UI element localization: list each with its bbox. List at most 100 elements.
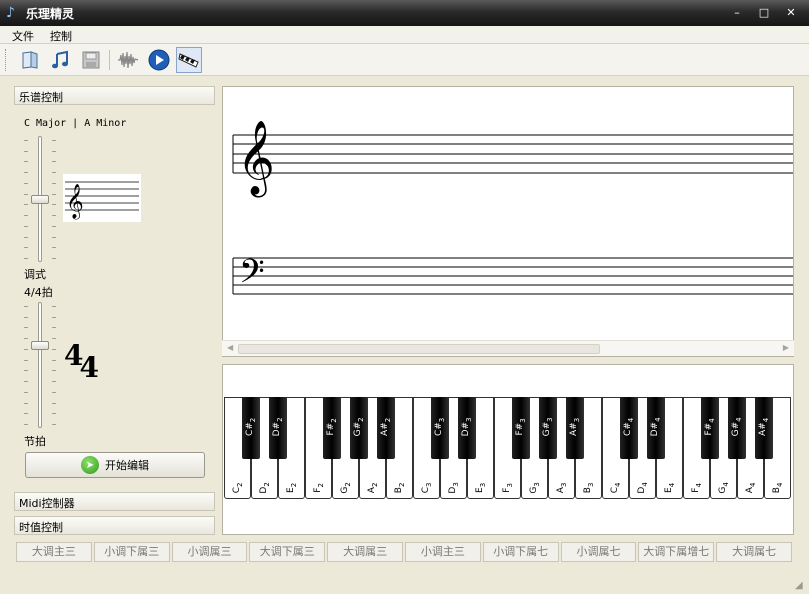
black-key[interactable]: G#2	[350, 397, 368, 459]
beat-slider-thumb[interactable]	[31, 340, 49, 350]
white-key-note: C	[609, 487, 620, 494]
music-notes-icon[interactable]	[48, 47, 74, 73]
white-key-label: G4	[718, 482, 730, 493]
chord-button[interactable]: 小调主三	[405, 542, 481, 562]
toolbar-grip[interactable]	[5, 49, 8, 71]
chord-button[interactable]: 小调下属三	[93, 542, 170, 562]
mini-treble-clef-icon: 𝄞	[66, 184, 84, 220]
black-key-note: D#	[461, 421, 472, 437]
time-signature-label: 4/4拍	[24, 286, 53, 299]
white-key-octave: 2	[370, 482, 379, 488]
slider-tick	[52, 236, 56, 238]
black-key[interactable]: F#4	[701, 397, 719, 459]
black-key-note: A#	[569, 422, 580, 436]
beat-label: 节拍	[24, 435, 46, 448]
white-key-octave: 2	[316, 483, 325, 488]
menu-control[interactable]: 控制	[50, 28, 72, 44]
white-key-octave: 4	[613, 482, 622, 488]
black-key[interactable]: C#4	[620, 397, 638, 459]
slider-tick	[24, 236, 28, 238]
chord-button[interactable]: 大调属七	[716, 542, 792, 562]
white-key-octave: 2	[289, 483, 298, 488]
score-horizontal-scrollbar[interactable]: ◀ ▶	[222, 340, 794, 356]
black-key[interactable]: C#3	[431, 397, 449, 459]
black-key[interactable]: F#3	[512, 397, 530, 459]
white-key-label: D3	[448, 482, 460, 493]
slider-tick	[52, 140, 56, 141]
black-key[interactable]: D#3	[458, 397, 476, 459]
slider-tick	[24, 204, 28, 206]
chord-button[interactable]: 大调主三	[16, 542, 92, 562]
start-edit-button[interactable]: ➤ 开始编辑	[25, 452, 205, 478]
black-key-note: C#	[623, 422, 634, 437]
scroll-thumb[interactable]	[238, 344, 600, 354]
black-key[interactable]: G#3	[539, 397, 557, 459]
slider-tick	[24, 413, 28, 415]
white-key-octave: 3	[559, 482, 568, 488]
save-disk-icon[interactable]	[78, 47, 104, 73]
chord-button[interactable]: 小调属七	[560, 542, 637, 562]
scroll-right-arrow-icon[interactable]: ▶	[783, 343, 789, 352]
slider-tick	[24, 215, 28, 217]
white-key-note: D	[636, 486, 647, 494]
menu-file[interactable]: 文件	[12, 28, 34, 44]
black-key-note: G#	[731, 421, 742, 437]
white-key-label: A4	[745, 483, 757, 494]
white-key-note: D	[447, 486, 458, 494]
midi-controller-header[interactable]: Midi控制器	[14, 492, 215, 511]
black-key[interactable]: C#2	[242, 397, 260, 459]
white-key-note: A	[366, 487, 377, 494]
chord-button[interactable]: 大调下属增七	[638, 542, 715, 562]
music-note-app-icon: ♪	[6, 5, 15, 21]
close-button[interactable]: ✕	[782, 5, 800, 20]
slider-tick	[24, 348, 28, 350]
key-slider-thumb[interactable]	[31, 194, 49, 204]
black-key-label: D#2	[272, 417, 284, 436]
white-key-octave: 2	[235, 482, 244, 488]
slider-tick	[52, 391, 56, 393]
black-key-label: D#4	[650, 417, 662, 436]
scroll-left-arrow-icon[interactable]: ◀	[227, 343, 233, 352]
black-key-octave: 2	[275, 417, 284, 422]
toolbar-separator	[109, 50, 110, 70]
black-key-note: F#	[326, 422, 337, 436]
black-key[interactable]: A#3	[566, 397, 584, 459]
slider-tick	[52, 225, 56, 227]
black-key-note: F#	[704, 422, 715, 436]
slider-tick	[52, 348, 56, 350]
black-key[interactable]: D#2	[269, 397, 287, 459]
score-canvas[interactable]: 𝄞 𝄢	[222, 86, 794, 357]
black-key[interactable]: F#2	[323, 397, 341, 459]
black-key-octave: 4	[626, 417, 635, 423]
black-key-label: G#3	[542, 417, 554, 436]
white-key-octave: 4	[667, 483, 676, 488]
white-key-label: F2	[313, 483, 325, 493]
resize-grip-icon[interactable]: ◢	[795, 580, 807, 592]
black-key-label: G#4	[731, 417, 743, 436]
play-icon[interactable]	[146, 47, 172, 73]
white-key-label: B2	[394, 483, 406, 494]
slider-tick	[52, 413, 56, 415]
maximize-button[interactable]: □	[755, 5, 773, 20]
waveform-icon[interactable]	[115, 47, 141, 73]
black-key[interactable]: G#4	[728, 397, 746, 459]
white-key-note: B	[771, 487, 782, 494]
chord-button[interactable]: 大调下属三	[249, 542, 326, 562]
black-key[interactable]: D#4	[647, 397, 665, 459]
score-control-header[interactable]: 乐谱控制	[14, 86, 215, 105]
duration-control-header[interactable]: 时值控制	[14, 516, 215, 535]
chord-button[interactable]: 小调属三	[171, 542, 248, 562]
minimize-button[interactable]: –	[728, 5, 746, 20]
white-key-note: G	[528, 486, 539, 494]
open-book-icon[interactable]	[17, 47, 43, 73]
chord-button[interactable]: 小调下属七	[482, 542, 559, 562]
slider-tick	[52, 258, 56, 259]
black-key[interactable]: A#4	[755, 397, 773, 459]
piano-keys-icon[interactable]	[176, 47, 202, 73]
slider-tick	[52, 381, 56, 383]
time-signature-bottom: 4	[79, 351, 99, 384]
chord-button[interactable]: 大调属三	[327, 542, 403, 562]
black-key[interactable]: A#2	[377, 397, 395, 459]
white-key-octave: 3	[451, 482, 460, 487]
beat-slider-track[interactable]	[38, 302, 42, 428]
